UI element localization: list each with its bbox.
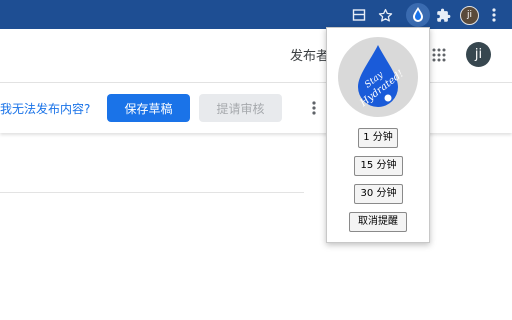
browser-toolbar: ji <box>0 0 512 29</box>
stay-hydrated-logo: Stay Hydrated! <box>338 37 418 117</box>
remind-15-min-button[interactable]: 15 分钟 <box>354 156 403 176</box>
remind-1-min-button[interactable]: 1 分钟 <box>358 128 398 148</box>
action-bar: 我无法发布内容? 保存草稿 提请审核 <box>0 83 512 133</box>
more-options-icon[interactable] <box>312 100 316 119</box>
tab-search-icon[interactable] <box>349 5 369 25</box>
profile-avatar[interactable]: ji <box>460 6 479 25</box>
more-vert-icon[interactable] <box>484 5 504 25</box>
user-avatar[interactable]: ji <box>466 42 491 67</box>
cannot-publish-help-link[interactable]: 我无法发布内容? <box>0 100 90 117</box>
cancel-reminder-button[interactable]: 取消提醒 <box>349 212 407 232</box>
stay-hydrated-extension-icon[interactable] <box>406 3 430 27</box>
remind-30-min-button[interactable]: 30 分钟 <box>354 184 403 204</box>
submit-review-button[interactable]: 提请审核 <box>199 94 282 122</box>
star-icon[interactable] <box>375 5 395 25</box>
publisher-label: 发布者 <box>290 49 330 64</box>
apps-grid-icon[interactable] <box>432 47 446 66</box>
page-header: 发布者 ji <box>0 29 512 83</box>
extensions-puzzle-icon[interactable] <box>433 5 453 25</box>
content-divider <box>0 192 304 193</box>
save-draft-button[interactable]: 保存草稿 <box>107 94 190 122</box>
stay-hydrated-popup: Stay Hydrated! 1 分钟 15 分钟 30 分钟 取消提醒 <box>326 27 430 243</box>
